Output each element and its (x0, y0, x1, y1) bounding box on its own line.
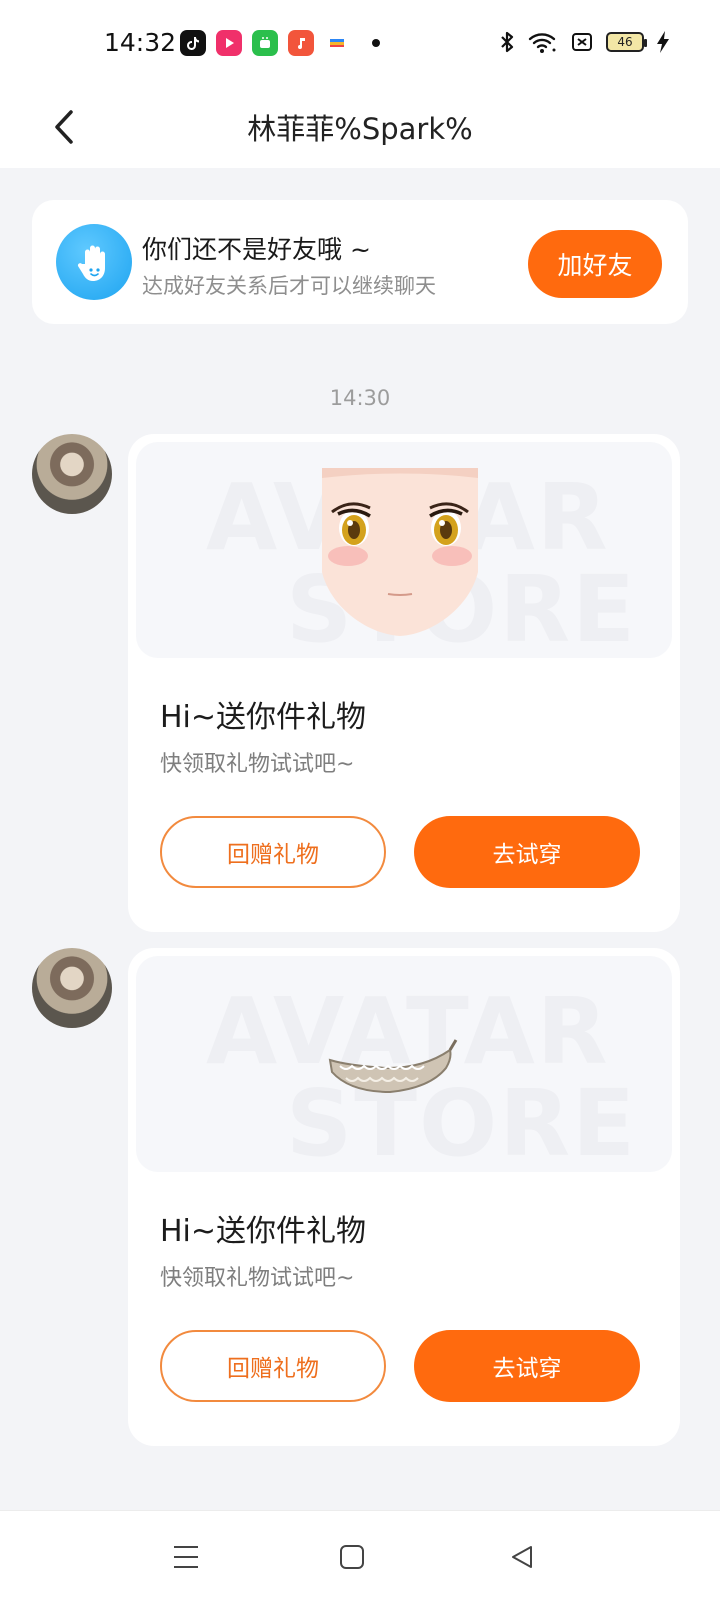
try-on-button[interactable]: 去试穿 (414, 816, 640, 888)
sender-avatar[interactable] (32, 434, 112, 514)
gift-image-banner: AVATAR STORE (136, 956, 672, 1172)
not-friends-notice: 你们还不是好友哦 ~ 达成好友关系后才可以继续聊天 加好友 (32, 200, 688, 324)
tiktok-icon (180, 30, 206, 56)
bluetooth-icon (501, 31, 514, 53)
video-app-icon (216, 30, 242, 56)
battery-level: 46 (617, 35, 633, 49)
gift-message-card: AVATAR STORE Hi~送你件礼物 快领取礼物试试吧~ 回赠礼物 去试穿 (128, 434, 680, 932)
wallet-icon (324, 30, 350, 56)
more-notifications-dot (372, 39, 380, 47)
anime-face-gift-image (322, 468, 478, 636)
square-home-icon (340, 1545, 364, 1569)
gift-title: Hi~送你件礼物 (160, 1214, 367, 1249)
music-icon (288, 30, 314, 56)
chat-header: 林菲菲%Spark% (0, 88, 720, 168)
battery-indicator: 46 (606, 32, 647, 52)
gift-message-card: AVATAR STORE Hi~送你件礼物 快领取礼物试试吧~ 回赠礼物 去试穿 (128, 948, 680, 1446)
return-gift-button[interactable]: 回赠礼物 (160, 1330, 386, 1402)
sim-off-icon (572, 33, 592, 51)
gift-subtitle: 快领取礼物试试吧~ (160, 752, 355, 777)
recent-apps-button[interactable] (168, 1539, 204, 1575)
notification-icons (180, 30, 380, 56)
app-store-icon (252, 30, 278, 56)
charging-icon (657, 31, 669, 53)
wifi-icon (528, 33, 556, 53)
back-nav-button[interactable] (504, 1539, 540, 1575)
triangle-back-icon (512, 1546, 532, 1568)
status-bar: 14:32 46 (0, 0, 720, 88)
wave-hand-icon (56, 224, 132, 300)
home-button[interactable] (334, 1539, 370, 1575)
system-nav-bar (0, 1510, 720, 1600)
message-timestamp: 14:30 (329, 386, 391, 410)
gift-subtitle: 快领取礼物试试吧~ (160, 1266, 355, 1291)
add-friend-button[interactable]: 加好友 (528, 230, 662, 298)
sender-avatar[interactable] (32, 948, 112, 1028)
gift-title: Hi~送你件礼物 (160, 700, 367, 735)
chat-title: 林菲菲%Spark% (247, 112, 473, 146)
try-on-button[interactable]: 去试穿 (414, 1330, 640, 1402)
return-gift-button[interactable]: 回赠礼物 (160, 816, 386, 888)
teeth-accessory-gift-image (328, 1039, 458, 1094)
system-status-icons: 46 (498, 30, 670, 54)
status-time: 14:32 (104, 28, 177, 57)
notice-title: 你们还不是好友哦 ~ (142, 235, 371, 264)
menu-lines-icon (174, 1546, 198, 1568)
gift-image-banner: AVATAR STORE (136, 442, 672, 658)
notice-subtitle: 达成好友关系后才可以继续聊天 (142, 274, 436, 298)
